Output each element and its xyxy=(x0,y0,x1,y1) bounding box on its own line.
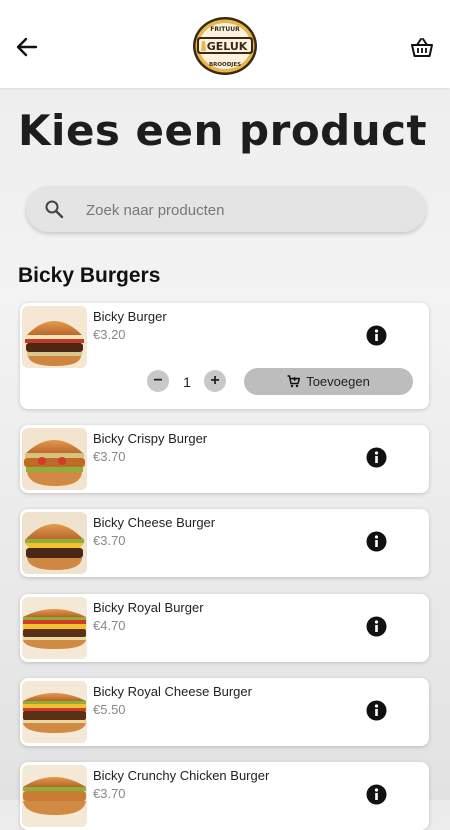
product-card[interactable]: Bicky Burger €3.20 − 1 + Toevoegen xyxy=(20,303,429,409)
product-name: Bicky Cheese Burger xyxy=(93,515,216,530)
search-input[interactable] xyxy=(84,196,408,224)
cart-plus-icon xyxy=(287,375,301,388)
product-name: Bicky Burger xyxy=(93,309,167,324)
product-name: Bicky Crunchy Chicken Burger xyxy=(93,768,270,783)
section-title: Bicky Burgers xyxy=(18,264,161,287)
product-name: Bicky Royal Cheese Burger xyxy=(93,684,252,699)
info-icon[interactable] xyxy=(366,700,387,721)
add-button-label: Toevoegen xyxy=(306,374,370,389)
product-card[interactable]: Bicky Royal Burger €4.70 xyxy=(20,594,429,662)
product-card[interactable]: Bicky Crispy Burger €3.70 xyxy=(20,425,429,493)
info-icon[interactable] xyxy=(366,784,387,805)
product-card[interactable]: Bicky Royal Cheese Burger €5.50 xyxy=(20,678,429,746)
product-image xyxy=(22,765,87,827)
product-price: €5.50 xyxy=(93,702,126,717)
product-name: Bicky Royal Burger xyxy=(93,600,204,615)
frituur-geluk-logo: FRITUUR GELUK BROODJES xyxy=(193,17,257,75)
increase-quantity-button[interactable]: + xyxy=(204,370,226,392)
back-arrow-icon[interactable] xyxy=(12,32,42,62)
product-name: Bicky Crispy Burger xyxy=(93,431,208,446)
info-icon[interactable] xyxy=(366,616,387,637)
svg-text:FRITUUR: FRITUUR xyxy=(210,26,240,33)
info-icon[interactable] xyxy=(366,447,387,468)
product-image xyxy=(22,681,87,743)
product-image xyxy=(22,428,87,490)
product-image xyxy=(22,597,87,659)
decrease-quantity-button[interactable]: − xyxy=(147,370,169,392)
add-to-cart-button[interactable]: Toevoegen xyxy=(244,368,413,395)
product-price: €3.70 xyxy=(93,786,126,801)
page-title: Kies een product xyxy=(18,106,428,155)
product-card[interactable]: Bicky Cheese Burger €3.70 xyxy=(20,509,429,577)
basket-icon[interactable] xyxy=(410,36,434,60)
svg-text:BROODJES: BROODJES xyxy=(209,62,241,68)
product-price: €3.70 xyxy=(93,533,126,548)
svg-text:GELUK: GELUK xyxy=(207,40,248,53)
search-bar[interactable] xyxy=(26,186,426,232)
info-icon[interactable] xyxy=(366,325,387,346)
product-image xyxy=(22,512,87,574)
search-icon xyxy=(45,200,64,219)
product-price: €3.20 xyxy=(93,327,126,342)
info-icon[interactable] xyxy=(366,531,387,552)
product-price: €4.70 xyxy=(93,618,126,633)
app-header: FRITUUR GELUK BROODJES xyxy=(0,0,450,88)
product-card[interactable]: Bicky Crunchy Chicken Burger €3.70 xyxy=(20,762,429,830)
product-image xyxy=(22,306,87,368)
quantity-value: 1 xyxy=(183,374,191,390)
product-price: €3.70 xyxy=(93,449,126,464)
